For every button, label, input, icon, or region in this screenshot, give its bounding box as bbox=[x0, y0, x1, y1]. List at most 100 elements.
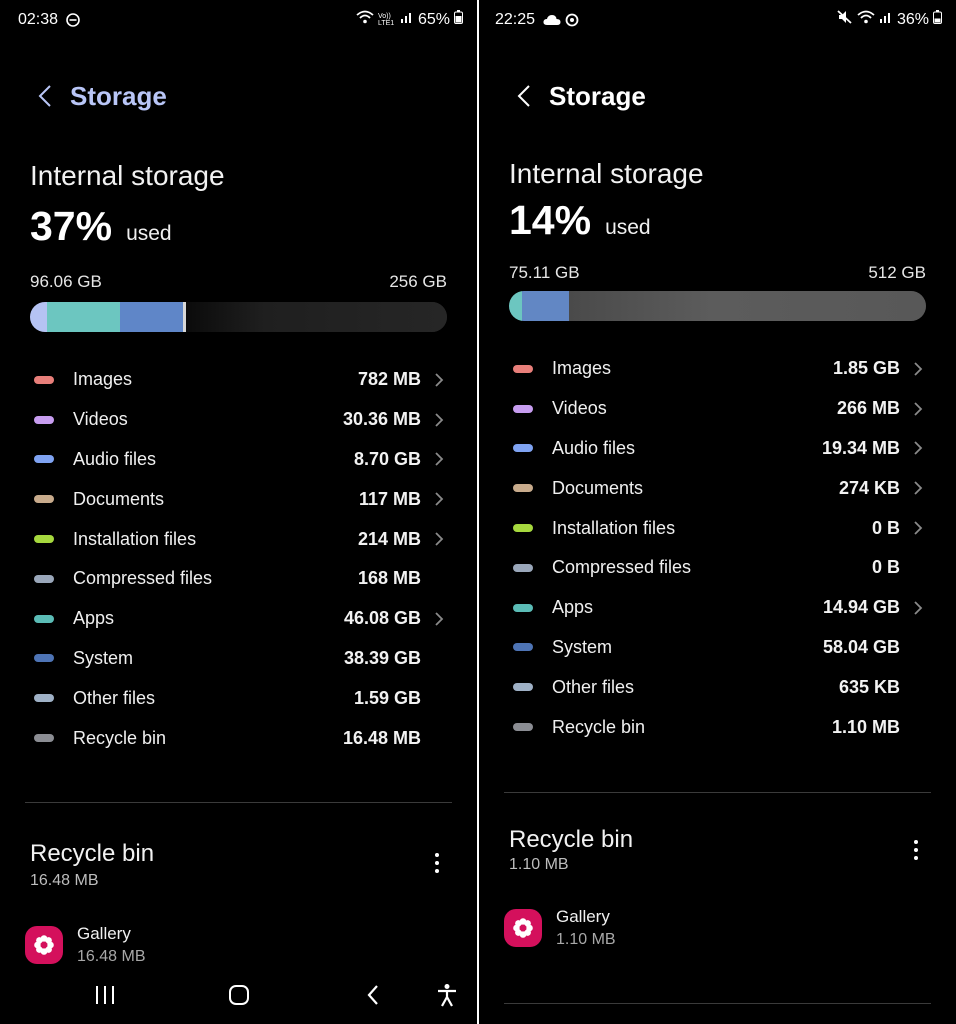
recents-button[interactable] bbox=[90, 980, 120, 1010]
nav-back-button[interactable] bbox=[358, 980, 388, 1010]
category-size: 1.59 GB bbox=[353, 687, 421, 708]
volte-icon: Vo)) LTE1 bbox=[377, 12, 395, 27]
recents-icon bbox=[96, 986, 114, 1004]
used-amount: 75.11 GB bbox=[509, 263, 580, 282]
category-label: Images bbox=[552, 358, 612, 379]
category-color-swatch bbox=[34, 654, 54, 663]
battery-icon bbox=[454, 10, 463, 29]
category-row[interactable]: Documents 117 MB bbox=[30, 479, 447, 519]
category-row[interactable]: Audio files 8.70 GB bbox=[30, 440, 447, 480]
status-bar: 02:38 Vo)) LTE1 65% bbox=[0, 10, 477, 32]
usage-percent: 14% used bbox=[509, 197, 651, 244]
category-row[interactable]: Images 1.85 GB bbox=[509, 349, 926, 389]
category-label: Compressed files bbox=[73, 568, 213, 589]
category-label: Apps bbox=[73, 608, 115, 629]
category-size: 117 MB bbox=[358, 488, 421, 509]
back-button[interactable] bbox=[30, 78, 60, 114]
category-row[interactable]: Recycle bin 1.10 MB bbox=[509, 707, 926, 747]
category-size: 30.36 MB bbox=[342, 409, 421, 430]
recycle-bin-size: 1.10 MB bbox=[509, 856, 569, 873]
category-label: Videos bbox=[552, 398, 607, 419]
percent-value: 37% bbox=[30, 203, 113, 249]
app-header: Storage bbox=[509, 76, 646, 116]
bar-segment-apps bbox=[46, 302, 120, 332]
bar-segment-apps bbox=[509, 291, 522, 321]
chevron-right-icon bbox=[435, 373, 444, 387]
chevron-right-icon bbox=[435, 492, 444, 506]
category-row[interactable]: Compressed files 168 MB bbox=[30, 559, 447, 599]
total-capacity: 512 GB bbox=[868, 263, 926, 282]
used-label: used bbox=[605, 216, 651, 239]
page-title: Storage bbox=[70, 80, 167, 111]
more-options-button[interactable] bbox=[906, 835, 926, 865]
category-row[interactable]: Images 782 MB bbox=[30, 360, 447, 400]
category-size: 214 MB bbox=[357, 528, 421, 549]
divider bbox=[504, 1003, 931, 1004]
chevron-right-icon bbox=[914, 601, 923, 615]
category-row[interactable]: System 58.04 GB bbox=[509, 628, 926, 668]
used-amount: 96.06 GB bbox=[30, 272, 102, 291]
category-color-swatch bbox=[34, 574, 54, 583]
category-row[interactable]: Videos 266 MB bbox=[509, 389, 926, 429]
category-row[interactable]: Documents 274 KB bbox=[509, 468, 926, 508]
category-size: 58.04 GB bbox=[822, 636, 900, 657]
dnd-icon bbox=[66, 13, 80, 32]
category-row[interactable]: Other files 635 KB bbox=[509, 667, 926, 707]
category-row[interactable]: Audio files 19.34 MB bbox=[509, 429, 926, 469]
recycle-app-gallery[interactable]: Gallery 1.10 MB bbox=[504, 907, 616, 949]
recycle-bin-title: Recycle bin bbox=[30, 840, 155, 867]
category-size: 635 KB bbox=[838, 676, 900, 697]
category-color-swatch bbox=[513, 603, 533, 612]
chevron-right-icon bbox=[914, 521, 923, 535]
right-screen: 22:25 36% Storage Internal storage 14% u… bbox=[479, 0, 956, 1024]
chevron-right-icon bbox=[435, 452, 444, 467]
category-row[interactable]: Installation files 214 MB bbox=[30, 519, 447, 559]
more-options-button[interactable] bbox=[427, 848, 447, 878]
internal-storage-title: Internal storage bbox=[509, 158, 704, 189]
battery-percent: 36% bbox=[896, 10, 929, 28]
chevron-right-icon bbox=[435, 612, 444, 626]
category-label: Videos bbox=[73, 409, 128, 430]
category-list: Images 1.85 GB Videos 266 MB Audio files 19.3… bbox=[509, 349, 926, 747]
category-label: Other files bbox=[73, 687, 156, 708]
category-label: Apps bbox=[552, 597, 594, 618]
accessibility-icon bbox=[438, 984, 456, 1007]
category-size: 38.39 GB bbox=[343, 647, 421, 668]
category-row[interactable]: Compressed files 0 B bbox=[509, 548, 926, 588]
category-row[interactable]: Apps 46.08 GB bbox=[30, 599, 447, 639]
category-row[interactable]: System 38.39 GB bbox=[30, 639, 447, 679]
category-row[interactable]: Installation files 0 B bbox=[509, 508, 926, 548]
accessibility-button[interactable] bbox=[432, 980, 462, 1010]
bar-segment-system bbox=[521, 291, 569, 321]
back-button[interactable] bbox=[509, 78, 539, 114]
internal-storage-title: Internal storage bbox=[30, 160, 225, 191]
category-row[interactable]: Recycle bin 16.48 MB bbox=[30, 718, 447, 758]
chevron-right-icon bbox=[914, 402, 923, 416]
category-color-swatch bbox=[513, 364, 533, 373]
battery-icon bbox=[933, 10, 942, 29]
category-size: 46.08 GB bbox=[343, 608, 421, 629]
back-icon bbox=[367, 985, 378, 1005]
left-screen: 02:38 Vo)) LTE1 65% Storage Internal sto… bbox=[0, 0, 477, 1024]
signal-icon bbox=[400, 10, 414, 29]
storage-usage-bar bbox=[509, 291, 926, 321]
gallery-icon bbox=[25, 926, 63, 964]
total-capacity: 256 GB bbox=[389, 272, 447, 291]
divider bbox=[25, 802, 452, 803]
home-icon bbox=[229, 985, 249, 1005]
mute-icon bbox=[837, 10, 853, 29]
category-color-swatch bbox=[34, 614, 54, 623]
gallery-icon bbox=[504, 909, 542, 947]
category-color-swatch bbox=[34, 415, 54, 424]
category-label: Documents bbox=[73, 488, 165, 509]
clock: 22:25 bbox=[495, 11, 536, 28]
storage-usage-bar bbox=[30, 302, 447, 332]
chevron-right-icon bbox=[914, 481, 923, 495]
recycle-app-gallery[interactable]: Gallery 16.48 MB bbox=[25, 924, 145, 966]
category-row[interactable]: Videos 30.36 MB bbox=[30, 400, 447, 440]
wifi-icon bbox=[356, 10, 374, 29]
category-size: 782 MB bbox=[357, 369, 421, 390]
home-button[interactable] bbox=[224, 980, 254, 1010]
category-row[interactable]: Other files 1.59 GB bbox=[30, 678, 447, 718]
category-row[interactable]: Apps 14.94 GB bbox=[509, 588, 926, 628]
